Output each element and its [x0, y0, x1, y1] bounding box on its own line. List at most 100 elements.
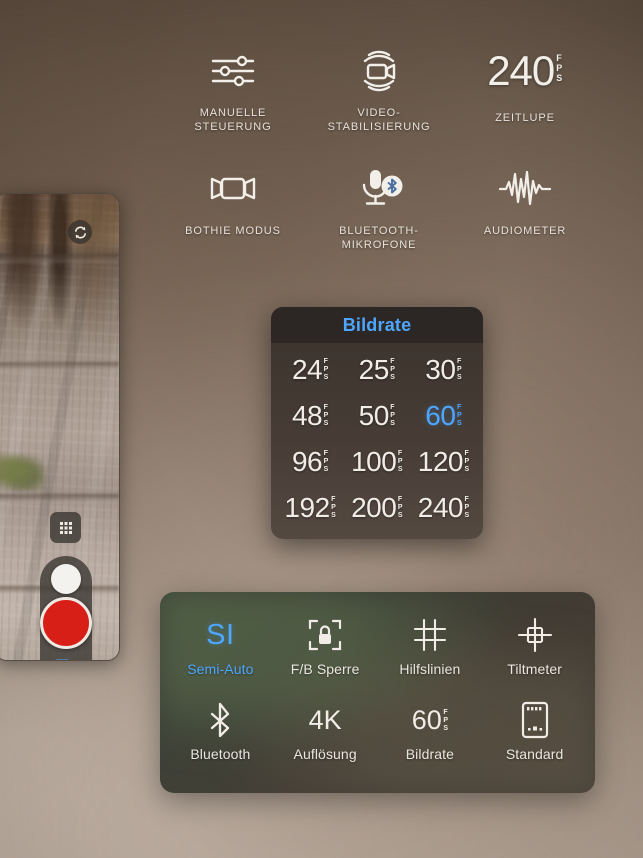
photo-shutter-button[interactable] [51, 564, 81, 594]
framerate-value-group: 240 F P S [418, 494, 470, 522]
framerate-picker-title: Bildrate [342, 314, 412, 335]
fps-letter-s: S [323, 374, 329, 381]
setting-bildrate[interactable]: 60 F P S Bildrate [378, 691, 483, 776]
camera-preview-panel[interactable] [0, 193, 120, 661]
label-line-2: MIKROFONE [341, 238, 417, 251]
fps-unit: F P S [556, 53, 563, 83]
setting-standard[interactable]: Standard [482, 691, 587, 776]
framerate-value: 50 [358, 400, 390, 431]
setting-tiltmeter[interactable]: Tiltmeter [482, 606, 587, 691]
fps-letter-p: P [323, 366, 329, 373]
feature-label: MANUELLE STEUERUNG [194, 107, 271, 134]
framerate-option-25[interactable]: 25 F P S [344, 347, 411, 393]
fps-letter-f: F [323, 450, 329, 457]
fps-letter-p: P [443, 716, 448, 724]
framerate-value: 30 [425, 354, 456, 385]
fps-letter-s: S [390, 420, 396, 427]
framerate-option-200[interactable]: 200 F P S [344, 485, 411, 531]
feature-label: AUDIOMETER [484, 225, 566, 239]
feature-bluetooth-mikrofone[interactable]: BLUETOOTH- MIKROFONE [306, 162, 452, 252]
fps-letter-f: F [323, 404, 329, 411]
semi-auto-icon: SI [206, 613, 234, 657]
framerate-value-group: 50 F P S [359, 402, 396, 430]
fps-letter-p: P [456, 412, 463, 419]
framerate-value-group: 60 F P S [412, 706, 448, 734]
framerate-value: 192 [284, 492, 330, 523]
audiometer-wave-icon [497, 162, 553, 216]
framerate-option-120[interactable]: 120 F P S [410, 439, 477, 485]
fps-unit: F P S [457, 404, 462, 428]
framerate-option-100[interactable]: 100 F P S [344, 439, 411, 485]
bluetooth-mic-icon [353, 162, 405, 216]
sliders-icon [209, 44, 257, 98]
fps-unit: F P S [464, 496, 469, 520]
top-feature-row-1: MANUELLE STEUERUNG VIDEO- STABILISIERUNG… [160, 44, 600, 134]
tiltmeter-icon [517, 613, 553, 657]
setting-fb-sperre[interactable]: F/B Sperre [273, 606, 378, 691]
feature-audiometer[interactable]: AUDIOMETER [452, 162, 598, 252]
fps-letter-p: P [397, 504, 403, 511]
framerate-value-group: 96 F P S [292, 448, 329, 476]
framerate-option-96[interactable]: 96 F P S [277, 439, 344, 485]
framerate-value: 48 [291, 400, 323, 431]
top-feature-menu: MANUELLE STEUERUNG VIDEO- STABILISIERUNG… [160, 44, 600, 252]
fps-letter-s: S [397, 466, 403, 473]
setting-label: Auflösung [293, 746, 357, 762]
framerate-options-grid: 24 F P S 25 F P S 30 F P S 48 F P S 50 F… [271, 343, 483, 537]
bothie-camcorder-icon [204, 162, 262, 216]
video-camera-icon[interactable] [51, 655, 81, 660]
setting-label: Semi-Auto [187, 661, 254, 677]
fps-letter-f: F [331, 496, 336, 503]
feature-video-stabilisierung[interactable]: VIDEO- STABILISIERUNG [306, 44, 452, 134]
framerate-option-30[interactable]: 30 F P S [410, 347, 477, 393]
framerate-option-50[interactable]: 50 F P S [344, 393, 411, 439]
feature-zeitlupe[interactable]: 240 F P S ZEITLUPE [452, 44, 598, 134]
fps-letter-p: P [390, 366, 396, 373]
setting-aufloesung[interactable]: 4K Auflösung [273, 691, 378, 776]
framerate-option-24[interactable]: 24 F P S [277, 347, 344, 393]
feature-bothie-modus[interactable]: BOTHIE MODUS [160, 162, 306, 252]
sd-card-icon [520, 698, 550, 742]
fps-letter-s: S [464, 466, 470, 473]
flip-camera-icon[interactable] [68, 220, 92, 244]
setting-label: Bildrate [405, 746, 455, 762]
framerate-value-group: 30 F P S [425, 356, 462, 384]
fps-letter-p: P [397, 458, 403, 465]
framerate-option-60[interactable]: 60 F P S [410, 393, 477, 439]
fps-unit: F P S [324, 358, 329, 382]
framerate-value: 25 [358, 354, 390, 385]
fps-letter-p: P [323, 412, 329, 419]
fps-letter-f: F [456, 404, 462, 411]
fps-unit: F P S [331, 496, 336, 520]
fps-letter-f: F [464, 496, 470, 503]
framerate-icon: 60 F P S [412, 698, 448, 742]
grid-lines-icon [413, 613, 447, 657]
setting-bluetooth[interactable]: Bluetooth [168, 691, 273, 776]
framerate-option-192[interactable]: 192 F P S [277, 485, 344, 531]
framerate-option-240[interactable]: 240 F P S [410, 485, 477, 531]
label-line-1: BOTHIE MODUS [185, 225, 281, 237]
quick-settings-panel: SI Semi-Auto F/B Sperre Hilfslinien Tilt… [160, 592, 595, 793]
setting-label: Hilfslinien [399, 661, 461, 677]
setting-label: Tiltmeter [507, 661, 563, 677]
fps-unit: F P S [324, 450, 329, 474]
grid-dots-icon[interactable] [50, 512, 81, 543]
setting-hilfslinien[interactable]: Hilfslinien [378, 606, 483, 691]
fps-letter-s: S [456, 374, 463, 381]
fps-letter-s: S [390, 374, 396, 381]
label-line-1: MANUELLE [199, 107, 267, 119]
fps-letter-p: P [464, 504, 470, 511]
fps-letter-s: S [323, 466, 329, 473]
feature-manuelle-steuerung[interactable]: MANUELLE STEUERUNG [160, 44, 306, 134]
fb-lock-icon [308, 613, 342, 657]
fps-unit: F P S [324, 404, 329, 428]
record-button[interactable] [40, 597, 92, 649]
framerate-value-group: 25 F P S [359, 356, 396, 384]
fps-letter-f: F [456, 358, 462, 365]
framerate-option-48[interactable]: 48 F P S [277, 393, 344, 439]
feature-label: ZEITLUPE [495, 112, 555, 126]
fps-letter-f: F [443, 708, 448, 716]
setting-semi-auto[interactable]: SI Semi-Auto [168, 606, 273, 691]
fps-letter-f: F [397, 496, 403, 503]
fps-unit: F P S [390, 358, 395, 382]
